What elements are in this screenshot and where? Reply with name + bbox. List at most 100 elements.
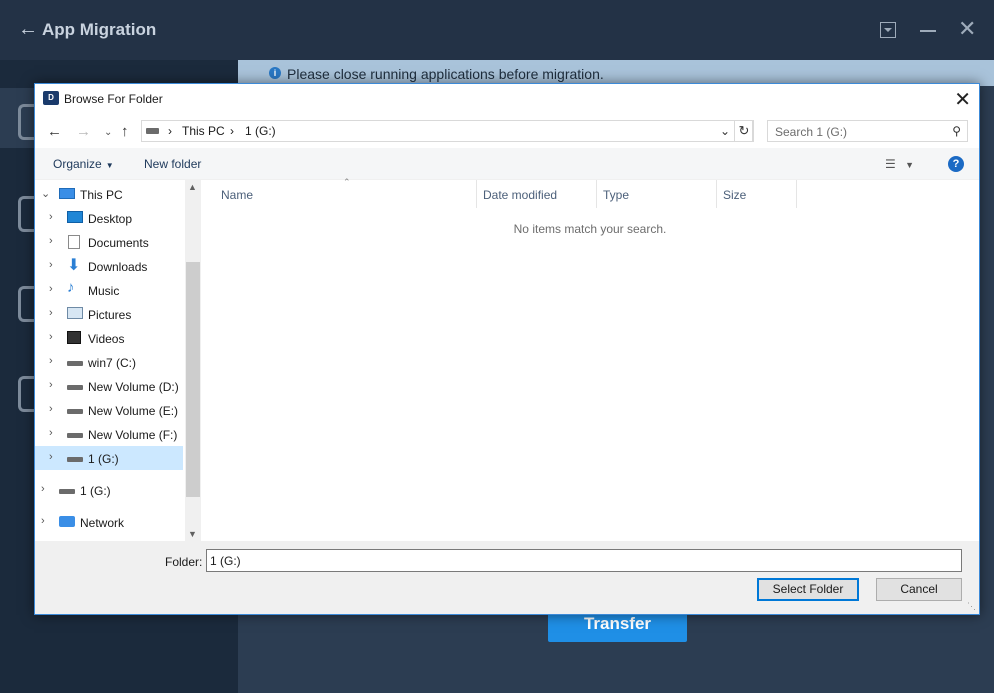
- chevron-down-icon[interactable]: ⌄: [41, 187, 50, 200]
- new-folder-button[interactable]: New folder: [144, 157, 201, 171]
- downloads-icon: ⬇: [67, 257, 81, 274]
- back-arrow-icon[interactable]: ←: [47, 123, 62, 140]
- tree-item-label: Downloads: [88, 260, 148, 274]
- tree-item[interactable]: › Desktop: [35, 206, 183, 230]
- tree-item-label: Documents: [88, 236, 149, 250]
- tree-item[interactable]: ⌄ This PC: [35, 182, 183, 206]
- close-icon[interactable]: ✕: [958, 16, 976, 42]
- close-icon[interactable]: ✕: [954, 87, 971, 112]
- chevron-right-icon[interactable]: ›: [41, 483, 45, 495]
- tree-item[interactable]: › New Volume (E:): [35, 398, 183, 422]
- tree-item[interactable]: › Pictures: [35, 302, 183, 326]
- command-bar: Organize ▼ New folder ☰ ▼ ?: [35, 148, 979, 180]
- tree-item[interactable]: › Network: [35, 510, 183, 534]
- column-name-label: Name: [221, 188, 254, 202]
- column-header-size[interactable]: Size: [717, 180, 797, 208]
- tree-item-label: New Volume (F:): [88, 428, 178, 442]
- dropdown-menu-icon[interactable]: [880, 22, 896, 38]
- up-arrow-icon[interactable]: ↑: [121, 123, 129, 140]
- tree-item[interactable]: › ⬇ Downloads: [35, 254, 183, 278]
- column-size-label: Size: [723, 188, 747, 202]
- chevron-right-icon[interactable]: ›: [49, 283, 53, 295]
- network-icon: [59, 516, 75, 527]
- pictures-icon: [67, 307, 83, 319]
- tree-item[interactable]: › Documents: [35, 230, 183, 254]
- info-icon: i: [269, 67, 281, 79]
- forward-arrow-icon[interactable]: →: [76, 123, 91, 140]
- chevron-right-icon[interactable]: ›: [230, 124, 234, 138]
- scroll-down-icon[interactable]: ▼: [188, 529, 197, 539]
- chevron-right-icon[interactable]: ›: [49, 355, 53, 367]
- chevron-down-icon: ▼: [105, 161, 114, 170]
- column-type-label: Type: [603, 188, 630, 202]
- tree-item[interactable]: › Videos: [35, 326, 183, 350]
- scrollbar-thumb[interactable]: [186, 262, 200, 497]
- chevron-right-icon[interactable]: ›: [49, 451, 53, 463]
- folder-field-value: 1 (G:): [210, 554, 241, 568]
- tree-item[interactable]: › 1 (G:): [35, 446, 183, 470]
- tree-item-label: Network: [80, 516, 125, 530]
- chevron-right-icon[interactable]: ›: [49, 211, 53, 223]
- drive-icon: [59, 489, 75, 494]
- tree-item[interactable]: › 1 (G:): [35, 478, 183, 502]
- chevron-right-icon[interactable]: ›: [41, 515, 45, 527]
- tree-item[interactable]: › New Volume (D:): [35, 374, 183, 398]
- chevron-right-icon[interactable]: ›: [49, 427, 53, 439]
- select-folder-button[interactable]: Select Folder: [757, 578, 859, 601]
- music-icon: ♪: [67, 279, 75, 296]
- app-title: App Migration: [42, 20, 157, 39]
- tree-item[interactable]: › New Volume (F:): [35, 422, 183, 446]
- app-logo-icon: D: [43, 91, 59, 105]
- chevron-right-icon[interactable]: ›: [49, 235, 53, 247]
- drive-icon: [67, 385, 83, 390]
- drive-icon: [67, 409, 83, 414]
- address-dropdown-icon[interactable]: ⌄: [720, 124, 730, 138]
- pc-icon: [59, 188, 75, 199]
- column-date-label: Date modified: [483, 188, 558, 202]
- search-placeholder: Search 1 (G:): [775, 125, 848, 139]
- column-header-type[interactable]: Type: [597, 180, 717, 208]
- change-view-button[interactable]: ☰ ▼: [885, 157, 914, 171]
- recent-locations-chevron-icon[interactable]: ⌄: [104, 127, 112, 138]
- empty-message: No items match your search.: [513, 222, 667, 236]
- help-icon[interactable]: ?: [948, 156, 964, 172]
- tree-item[interactable]: › ♪ Music: [35, 278, 183, 302]
- tree-scrollbar[interactable]: ▲ ▼: [185, 180, 201, 541]
- address-bar[interactable]: › This PC › 1 (G:) ⌄: [141, 120, 753, 142]
- navigation-bar: ← → ⌄ ↑ › This PC › 1 (G:) ⌄ ↻ Search 1 …: [35, 114, 979, 148]
- tree-item[interactable]: › win7 (C:): [35, 350, 183, 374]
- back-arrow-icon[interactable]: ←: [18, 18, 38, 41]
- chevron-right-icon[interactable]: ›: [49, 331, 53, 343]
- sort-ascending-icon: ⌃: [343, 177, 351, 187]
- chevron-right-icon[interactable]: ›: [49, 403, 53, 415]
- organize-button[interactable]: Organize ▼: [53, 157, 114, 171]
- navigation-tree: ⌄ This PC › Desktop › Documents › ⬇ Downloads › ♪ M…: [35, 180, 201, 541]
- chevron-right-icon[interactable]: ›: [49, 379, 53, 391]
- scroll-up-icon[interactable]: ▲: [188, 182, 197, 192]
- column-header-name[interactable]: Name ⌃: [201, 177, 477, 208]
- dialog-titlebar: D Browse For Folder ✕: [35, 84, 979, 114]
- desktop-icon: [67, 211, 83, 223]
- breadcrumb-drive[interactable]: 1 (G:): [245, 124, 276, 138]
- breadcrumb-this-pc[interactable]: This PC: [182, 124, 225, 138]
- chevron-right-icon[interactable]: ›: [49, 307, 53, 319]
- chevron-right-icon[interactable]: ›: [49, 259, 53, 271]
- drive-icon: [67, 433, 83, 438]
- organize-label: Organize: [53, 157, 102, 171]
- chevron-down-icon: ▼: [905, 160, 915, 170]
- file-list: Name ⌃ Date modified Type Size No items …: [201, 177, 979, 541]
- tree-item-label: Music: [88, 284, 120, 298]
- column-header-date[interactable]: Date modified: [477, 180, 597, 208]
- cancel-button[interactable]: Cancel: [876, 578, 962, 601]
- tree-item-label: New Volume (E:): [88, 404, 179, 418]
- tree-item-label: Videos: [88, 332, 125, 346]
- search-input[interactable]: Search 1 (G:) ⚲: [767, 120, 968, 142]
- videos-icon: [67, 331, 81, 344]
- refresh-icon[interactable]: ↻: [734, 120, 754, 142]
- resize-grip-icon[interactable]: ⋱: [967, 601, 976, 612]
- search-icon[interactable]: ⚲: [952, 124, 961, 138]
- minimize-icon[interactable]: [920, 30, 936, 32]
- folder-label: Folder:: [165, 555, 203, 569]
- folder-field[interactable]: 1 (G:): [206, 549, 962, 572]
- chevron-right-icon[interactable]: ›: [168, 124, 172, 138]
